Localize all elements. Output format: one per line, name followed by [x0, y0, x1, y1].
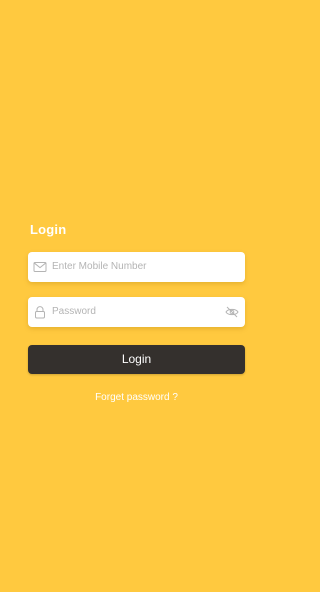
eye-off-icon[interactable] — [225, 305, 239, 319]
mail-icon — [33, 260, 47, 274]
mobile-number-input[interactable]: Enter Mobile Number — [28, 252, 245, 282]
forgot-password-link[interactable]: Forget password ? — [0, 392, 273, 403]
mobile-number-placeholder: Enter Mobile Number — [52, 261, 147, 272]
login-button[interactable]: Login — [28, 345, 245, 374]
login-screen: Login Enter Mobile Number Password Login — [0, 0, 273, 592]
password-placeholder: Password — [52, 306, 96, 317]
login-title: Login — [30, 222, 67, 237]
password-input[interactable]: Password — [28, 297, 245, 327]
lock-icon — [33, 305, 47, 319]
